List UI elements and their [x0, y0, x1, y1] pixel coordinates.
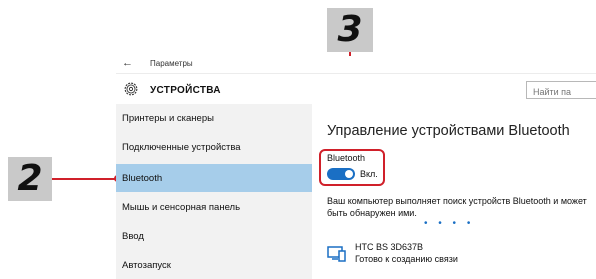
search-input[interactable]: [526, 81, 596, 99]
bluetooth-label: Bluetooth: [327, 153, 366, 163]
gear-icon: [124, 82, 138, 96]
device-list-item[interactable]: HTC BS 3D637B Готово к созданию связи: [327, 242, 587, 272]
sidebar-item-label: Bluetooth: [122, 173, 163, 184]
search-description: Ваш компьютер выполняет поиск устройств …: [327, 196, 587, 218]
settings-window: ← Параметры УСТРОЙСТВА Принтеры и сканер…: [116, 56, 596, 279]
sidebar-item-connected-devices[interactable]: Подключенные устройства: [116, 133, 312, 161]
sidebar-item-mouse-touchpad[interactable]: Мышь и сенсорная панель: [116, 193, 312, 221]
page-title: УСТРОЙСТВА: [150, 85, 221, 96]
device-icon: [327, 246, 346, 262]
sidebar-item-printers[interactable]: Принтеры и сканеры: [116, 104, 312, 132]
callout-badge-3: 3: [327, 8, 373, 52]
sidebar-item-autoplay[interactable]: Автозапуск: [116, 251, 312, 279]
main-content: Управление устройствами Bluetooth Blueto…: [312, 104, 596, 279]
sidebar-item-bluetooth[interactable]: Bluetooth: [116, 164, 312, 192]
sidebar-item-label: Ввод: [122, 231, 144, 242]
app-title: Параметры: [150, 59, 193, 68]
progress-dots: • • • •: [424, 218, 475, 229]
toggle-knob: [345, 170, 353, 178]
device-status: Готово к созданию связи: [355, 254, 458, 264]
title-bar: ← Параметры: [116, 56, 596, 74]
device-name: HTC BS 3D637B: [355, 242, 424, 252]
toggle-state-label: Вкл.: [360, 169, 378, 179]
back-arrow-icon[interactable]: ←: [122, 57, 133, 69]
sidebar-item-label: Подключенные устройства: [122, 142, 241, 153]
content-title: Управление устройствами Bluetooth: [327, 123, 570, 139]
sidebar-item-label: Мышь и сенсорная панель: [122, 202, 241, 213]
sidebar-item-label: Автозапуск: [122, 260, 171, 271]
sidebar: Принтеры и сканеры Подключенные устройст…: [116, 104, 312, 279]
sidebar-item-label: Принтеры и сканеры: [122, 113, 214, 124]
page-header: УСТРОЙСТВА: [116, 74, 596, 106]
sidebar-item-typing[interactable]: Ввод: [116, 222, 312, 250]
callout-line-2: [52, 178, 116, 180]
bluetooth-toggle[interactable]: [327, 168, 355, 180]
callout-badge-2: 2: [8, 157, 52, 201]
